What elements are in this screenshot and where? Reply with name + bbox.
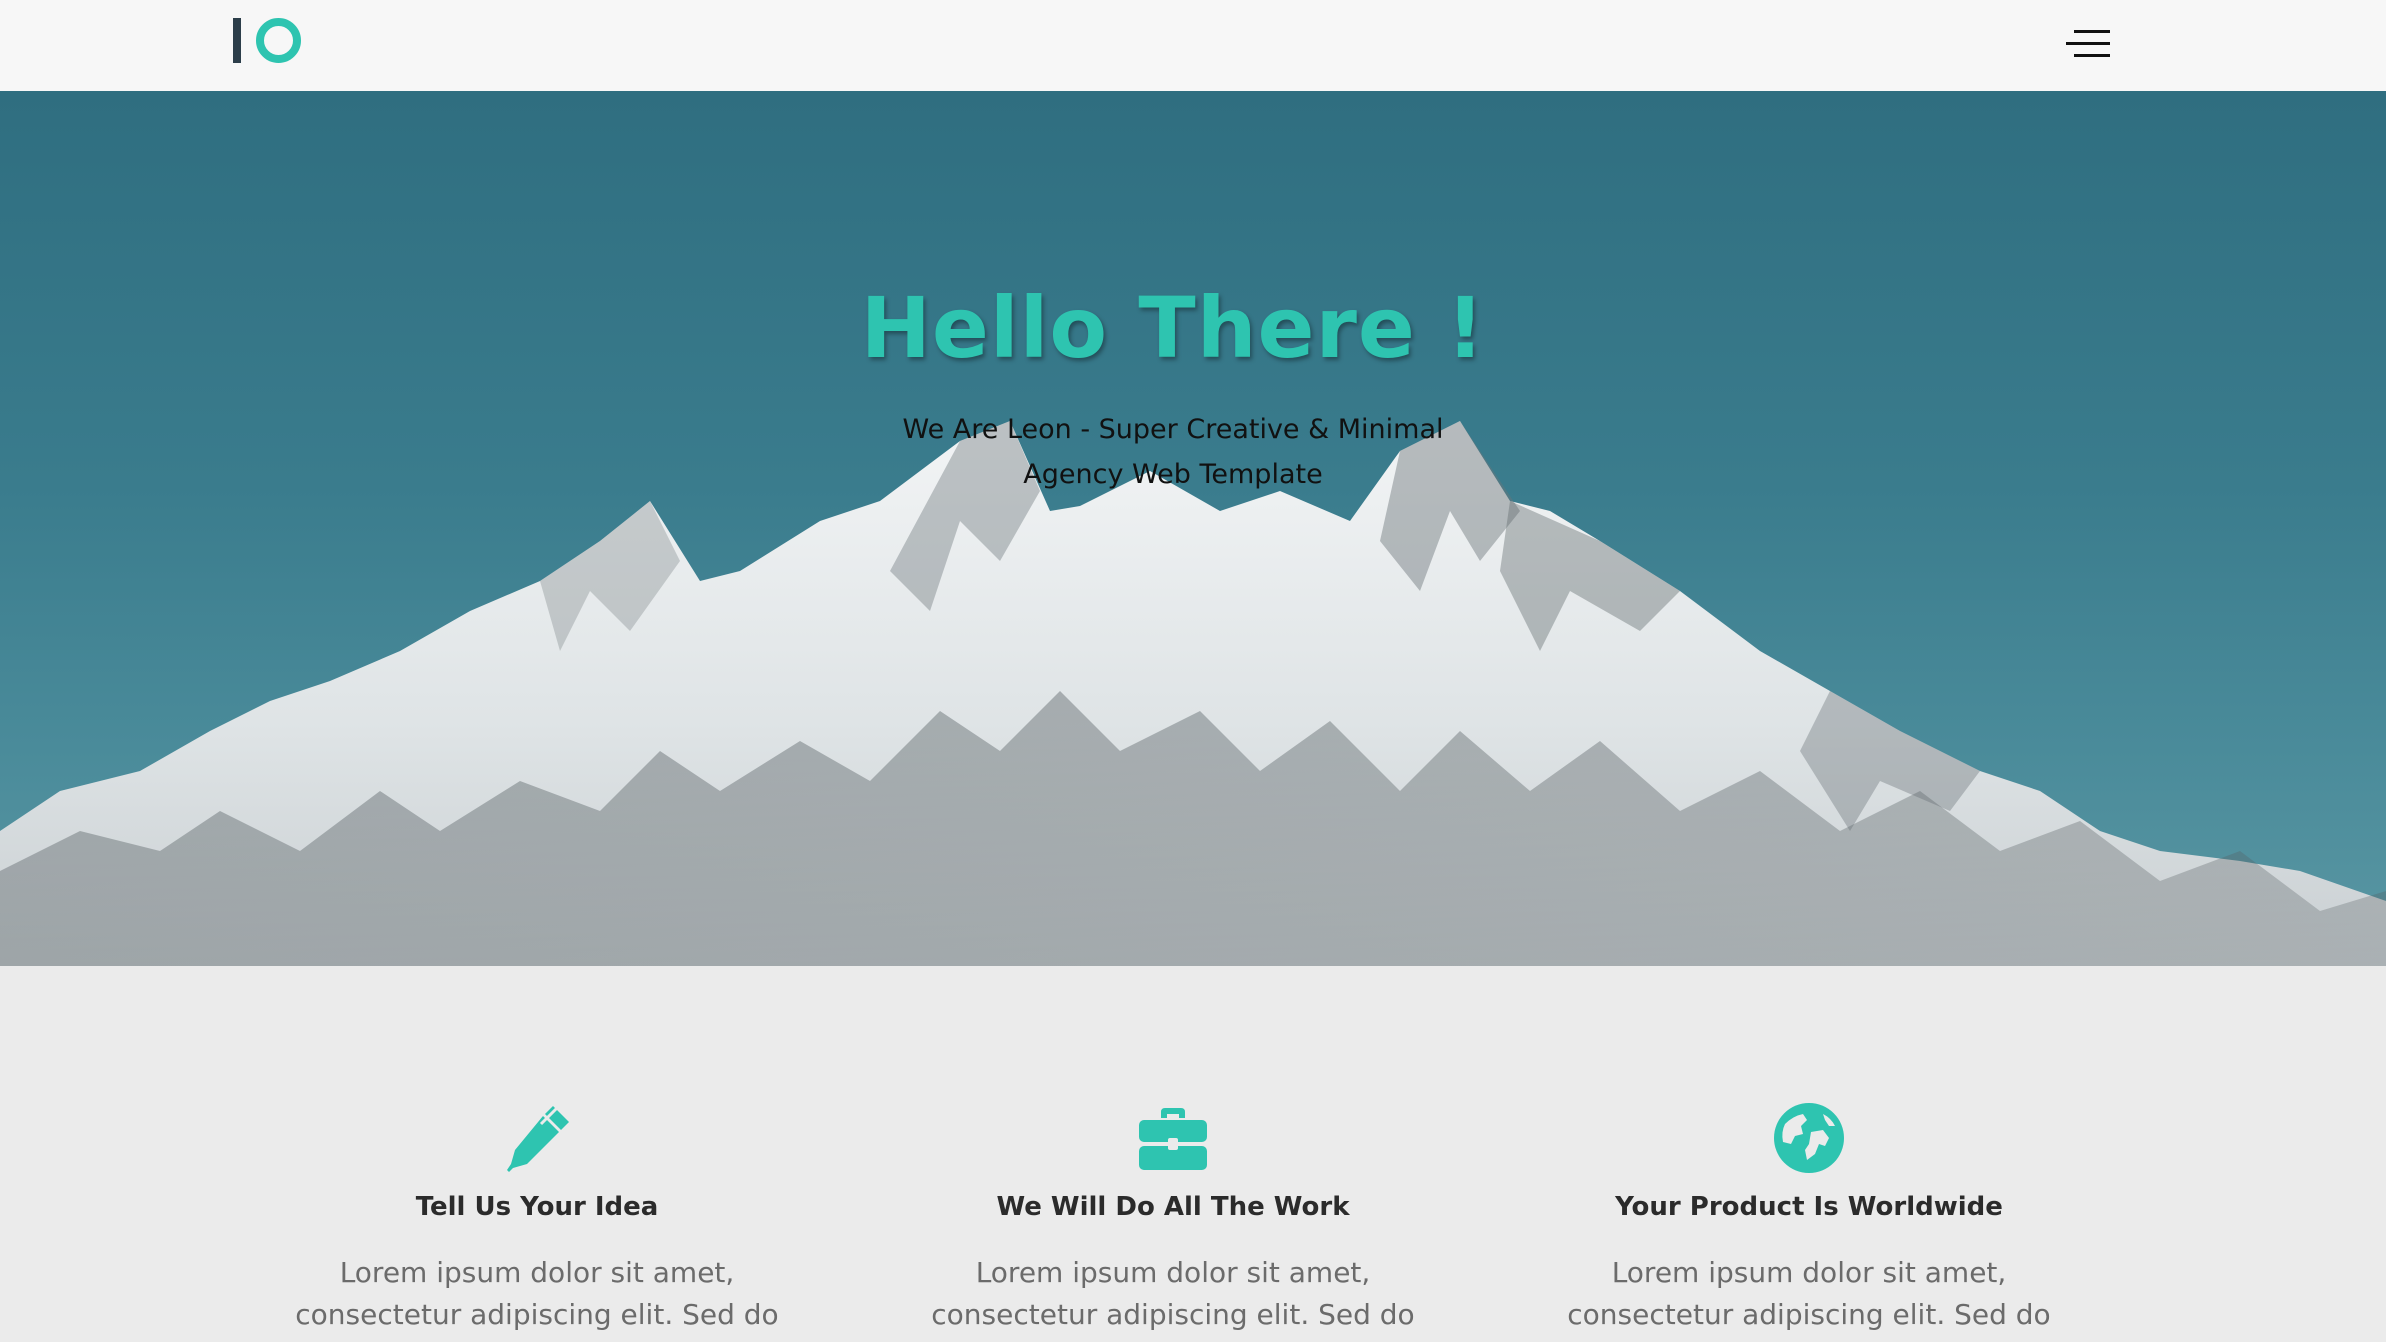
feature-title: Your Product Is Worldwide [1615,1192,2003,1222]
site-header [0,0,2386,91]
feature-text: Lorem ipsum dolor sit amet, consectetur … [931,1256,1415,1342]
globe-icon [1774,1103,1844,1173]
hamburger-menu-icon[interactable] [2066,26,2120,62]
features-section: Tell Us Your Idea Lorem ipsum dolor sit … [0,966,2386,1342]
hero-subtitle: We Are Leon - Super Creative & Minimal A… [902,414,1444,490]
feature-title: We Will Do All The Work [996,1192,1350,1222]
logo-ring [256,18,301,63]
feature-text: Lorem ipsum dolor sit amet, consectetur … [1567,1256,2051,1342]
briefcase-icon [1139,1108,1207,1170]
logo[interactable] [232,16,302,66]
hero-section: Hello There ! We Are Leon - Super Creati… [0,91,2386,966]
pen-icon [507,1106,569,1172]
feature-title: Tell Us Your Idea [415,1192,659,1222]
feature-item: We Will Do All The Work Lorem ipsum dolo… [863,1102,1483,1342]
feature-text: Lorem ipsum dolor sit amet, consectetur … [295,1256,779,1342]
hero-title: Hello There ! [860,279,1486,377]
mountain-background-image [0,421,2386,966]
feature-item: Tell Us Your Idea Lorem ipsum dolor sit … [227,1102,847,1342]
logo-bar [233,18,241,63]
feature-item: Your Product Is Worldwide Lorem ipsum do… [1499,1102,2119,1342]
